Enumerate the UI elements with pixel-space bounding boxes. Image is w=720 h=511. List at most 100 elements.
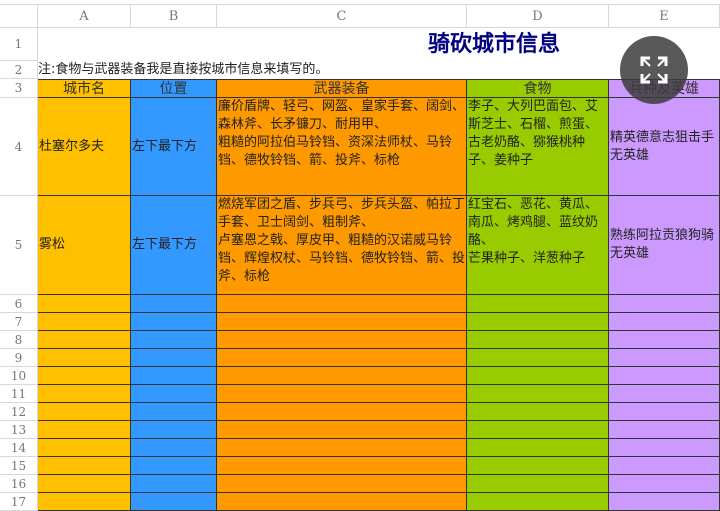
empty-cell[interactable] — [609, 493, 720, 511]
empty-cell[interactable] — [131, 493, 217, 511]
empty-cell[interactable] — [609, 439, 720, 457]
empty-cell[interactable] — [467, 385, 609, 403]
cell-city[interactable]: 杜塞尔多夫 — [38, 98, 131, 196]
fullscreen-button[interactable] — [620, 36, 688, 104]
row-header-5[interactable]: 5 — [0, 196, 38, 295]
row-header-15[interactable]: 15 — [0, 457, 38, 475]
row-header-10[interactable]: 10 — [0, 367, 38, 385]
empty-cell[interactable] — [467, 457, 609, 475]
empty-cell[interactable] — [38, 367, 131, 385]
empty-cell[interactable] — [38, 493, 131, 511]
select-all-corner[interactable] — [0, 5, 38, 28]
row-header-11[interactable]: 11 — [0, 385, 38, 403]
empty-cell[interactable] — [609, 385, 720, 403]
empty-cell[interactable] — [131, 367, 217, 385]
empty-cell[interactable] — [609, 349, 720, 367]
empty-cell[interactable] — [467, 331, 609, 349]
row-header-17[interactable]: 17 — [0, 493, 38, 511]
row-header-3[interactable]: 3 — [0, 79, 38, 98]
empty-cell[interactable] — [467, 367, 609, 385]
empty-cell[interactable] — [467, 313, 609, 331]
header-B[interactable]: 位置 — [131, 79, 217, 98]
column-header-C[interactable]: C — [217, 5, 467, 28]
header-D[interactable]: 食物 — [467, 79, 609, 98]
empty-cell[interactable] — [467, 421, 609, 439]
empty-cell[interactable] — [217, 313, 467, 331]
row-header-8[interactable]: 8 — [0, 331, 38, 349]
empty-cell[interactable] — [217, 403, 467, 421]
header-C[interactable]: 武器装备 — [217, 79, 467, 98]
empty-cell[interactable] — [609, 331, 720, 349]
row-header-7[interactable]: 7 — [0, 313, 38, 331]
empty-cell[interactable] — [131, 295, 217, 313]
empty-cell[interactable] — [131, 403, 217, 421]
empty-cell[interactable] — [131, 331, 217, 349]
empty-cell[interactable] — [38, 439, 131, 457]
empty-cell[interactable] — [131, 385, 217, 403]
cell-city[interactable]: 雾松 — [38, 196, 131, 295]
empty-cell[interactable] — [609, 295, 720, 313]
empty-cell[interactable] — [217, 385, 467, 403]
row-header-14[interactable]: 14 — [0, 439, 38, 457]
column-header-E[interactable]: E — [609, 5, 720, 28]
empty-cell[interactable] — [217, 349, 467, 367]
empty-cell[interactable] — [217, 475, 467, 493]
empty-cell[interactable] — [467, 493, 609, 511]
empty-cell[interactable] — [38, 331, 131, 349]
row-header-16[interactable]: 16 — [0, 475, 38, 493]
empty-cell[interactable] — [38, 421, 131, 439]
empty-cell[interactable] — [38, 349, 131, 367]
empty-cell[interactable] — [217, 439, 467, 457]
column-header-A[interactable]: A — [38, 5, 131, 28]
row-header-2[interactable]: 2 — [0, 61, 38, 79]
cell-troops[interactable]: 精英德意志狙击手 无英雄 — [609, 98, 720, 196]
empty-cell[interactable] — [131, 457, 217, 475]
empty-cell[interactable] — [38, 385, 131, 403]
row-header-9[interactable]: 9 — [0, 349, 38, 367]
empty-cell[interactable] — [467, 295, 609, 313]
empty-cell[interactable] — [217, 457, 467, 475]
empty-cell[interactable] — [609, 403, 720, 421]
empty-cell[interactable] — [609, 421, 720, 439]
empty-cell[interactable] — [467, 403, 609, 421]
empty-cell[interactable] — [131, 313, 217, 331]
empty-cell[interactable] — [131, 475, 217, 493]
empty-cell[interactable] — [217, 331, 467, 349]
cell-weapons[interactable]: 廉价盾牌、轻弓、网盔、皇家手套、阔剑、森林斧、长矛镰刀、耐用甲、 粗糙的阿拉伯马… — [217, 98, 467, 196]
empty-cell[interactable] — [467, 475, 609, 493]
sheet-title[interactable]: 骑砍城市信息 — [38, 28, 720, 61]
empty-cell[interactable] — [217, 421, 467, 439]
empty-cell[interactable] — [467, 439, 609, 457]
header-A[interactable]: 城市名 — [38, 79, 131, 98]
column-header-B[interactable]: B — [131, 5, 217, 28]
empty-cell[interactable] — [609, 313, 720, 331]
empty-cell[interactable] — [38, 295, 131, 313]
cell-position[interactable]: 左下最下方 — [131, 98, 217, 196]
cell-food[interactable]: 李子、大列巴面包、艾斯芝士、石榴、煎蛋、 古老奶酪、猕猴桃种子、姜种子 — [467, 98, 609, 196]
column-header-D[interactable]: D — [467, 5, 609, 28]
row-header-6[interactable]: 6 — [0, 295, 38, 313]
empty-cell[interactable] — [38, 475, 131, 493]
cell-food[interactable]: 红宝石、恶花、黄瓜、南瓜、烤鸡腿、蓝纹奶酪、 芒果种子、洋葱种子 — [467, 196, 609, 295]
empty-cell[interactable] — [38, 457, 131, 475]
empty-cell[interactable] — [131, 349, 217, 367]
empty-cell[interactable] — [131, 439, 217, 457]
empty-cell[interactable] — [609, 367, 720, 385]
row-header-12[interactable]: 12 — [0, 403, 38, 421]
cell-position[interactable]: 左下最下方 — [131, 196, 217, 295]
note-cell[interactable]: 注:食物与武器装备我是直接按城市信息来填写的。 — [38, 61, 720, 79]
row-header-13[interactable]: 13 — [0, 421, 38, 439]
empty-cell[interactable] — [217, 493, 467, 511]
empty-cell[interactable] — [38, 313, 131, 331]
row-header-1[interactable]: 1 — [0, 28, 38, 61]
cell-troops[interactable]: 熟练阿拉贡狼狗骑 无英雄 — [609, 196, 720, 295]
empty-cell[interactable] — [609, 457, 720, 475]
empty-cell[interactable] — [609, 475, 720, 493]
empty-cell[interactable] — [217, 367, 467, 385]
cell-weapons[interactable]: 燃烧军团之盾、步兵弓、步兵头盔、帕拉丁手套、卫士阔剑、粗制斧、 卢塞恩之戟、厚皮… — [217, 196, 467, 295]
empty-cell[interactable] — [131, 421, 217, 439]
empty-cell[interactable] — [467, 349, 609, 367]
empty-cell[interactable] — [38, 403, 131, 421]
empty-cell[interactable] — [217, 295, 467, 313]
row-header-4[interactable]: 4 — [0, 98, 38, 196]
